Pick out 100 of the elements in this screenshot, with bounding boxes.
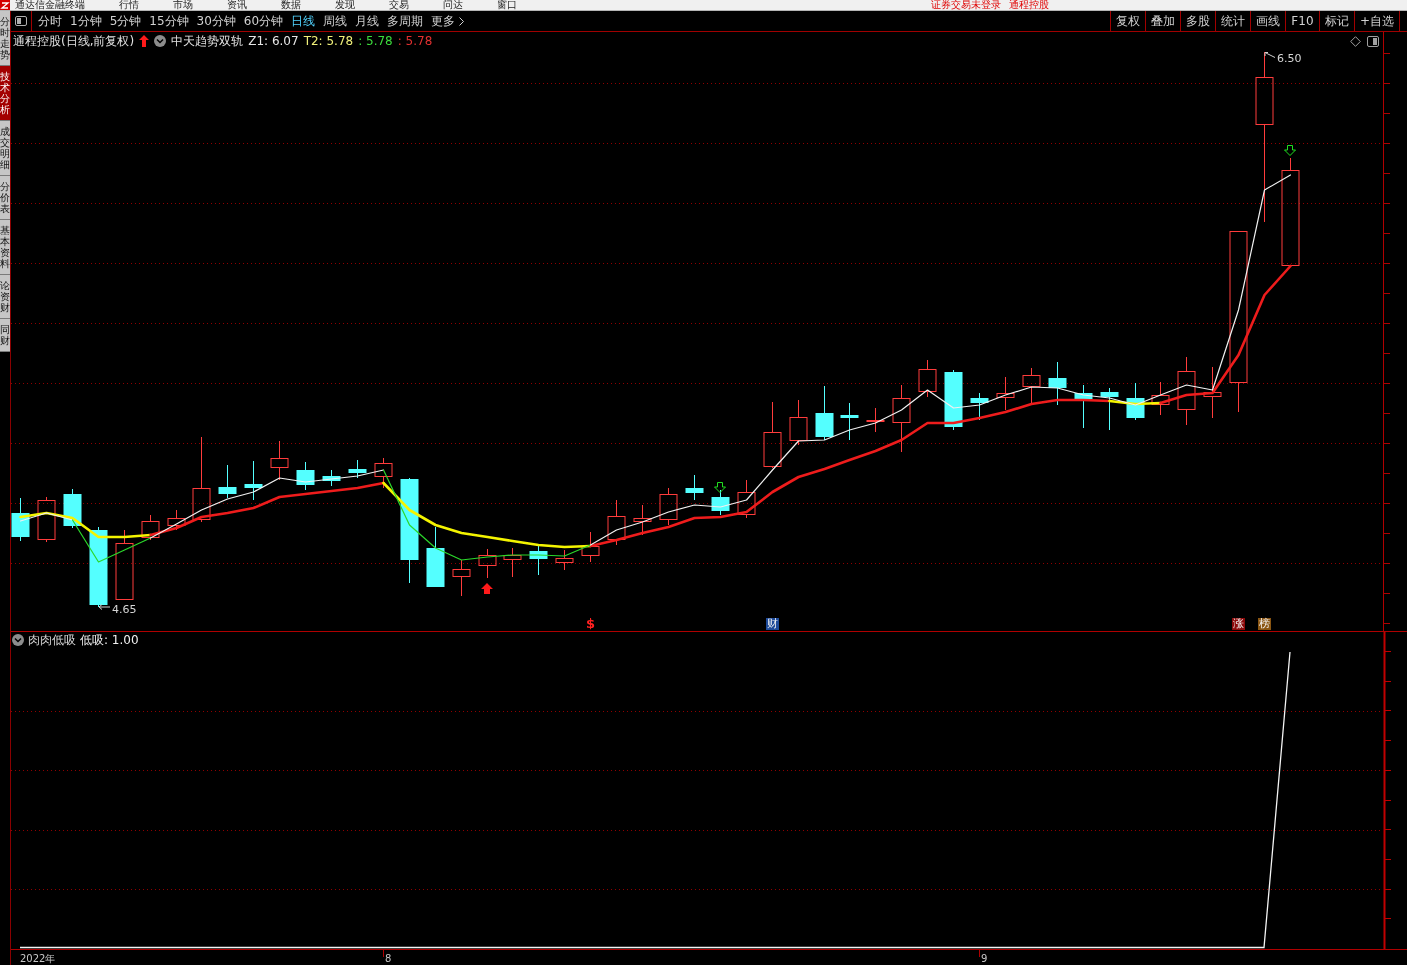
falling-candle (348, 459, 367, 479)
rising-candle (763, 401, 782, 469)
falling-candle (970, 392, 989, 421)
up-arrow-icon (481, 583, 493, 594)
indicator-reading: : 5.78 (397, 34, 433, 48)
rising-candle (115, 529, 134, 600)
rising-candle (1022, 367, 1041, 406)
menu-item[interactable]: 问达 (443, 0, 463, 10)
menu-item[interactable]: 交易 (389, 0, 409, 10)
indicator-reading: : 5.78 (358, 34, 393, 48)
side-tab[interactable]: 分时走势 (0, 11, 10, 66)
indicator-reading: T2: 5.78 (303, 34, 354, 48)
app-title: 通达信金融终端 (15, 0, 85, 10)
date-axis-label: 9 (981, 953, 988, 964)
rising-candle (1203, 366, 1222, 419)
falling-candle (815, 385, 834, 441)
falling-candle (1074, 384, 1093, 429)
rising-candle (996, 376, 1015, 411)
rising-candle (789, 399, 808, 446)
rising-candle (581, 531, 600, 563)
menu-item[interactable]: 数据 (281, 0, 301, 10)
toolbar-button[interactable]: 复权 (1109, 11, 1145, 31)
rising-candle (659, 487, 678, 526)
high-price-label: 6.50 (1277, 52, 1302, 65)
panel-toggle-icon[interactable] (1367, 36, 1379, 47)
rising-candle (737, 479, 756, 519)
falling-candle (1126, 382, 1145, 421)
rising-candle (452, 559, 471, 597)
chevron-down-icon[interactable] (154, 35, 167, 47)
period-tab[interactable]: 60分钟 (243, 11, 284, 31)
menu-item[interactable]: 窗口 (497, 0, 517, 10)
indicator-name: 中天趋势双轨 (171, 34, 244, 48)
falling-candle (11, 497, 30, 542)
rising-candle (866, 407, 885, 433)
panel-toggle-icon (15, 16, 27, 26)
side-tab[interactable]: 技术分析 (0, 66, 10, 121)
rising-candle (270, 440, 289, 481)
app-logo-icon (0, 0, 10, 10)
falling-candle (218, 464, 237, 499)
date-axis-label: 8 (385, 953, 392, 964)
toolbar-button[interactable]: 画线 (1249, 11, 1285, 31)
rising-candle (607, 499, 626, 546)
side-tab[interactable]: 成交明细 (0, 121, 10, 176)
rising-candle (167, 509, 186, 531)
period-tab[interactable]: 月线 (355, 11, 380, 31)
event-tag: 涨 (1232, 618, 1245, 630)
falling-candle (685, 474, 704, 501)
toolbar-button[interactable]: +自选 (1353, 11, 1399, 31)
rising-candle (478, 548, 497, 579)
period-tab[interactable]: 5分钟 (109, 11, 142, 31)
up-arrow-icon (139, 35, 150, 47)
falling-candle (322, 469, 341, 487)
low-price-label: 4.65 (112, 603, 137, 616)
toolbar-button[interactable]: 统计 (1214, 11, 1250, 31)
toolbar-button[interactable]: 多股 (1179, 11, 1215, 31)
menu-item[interactable]: 市场 (173, 0, 193, 10)
falling-candle (426, 526, 445, 588)
toolbar-button[interactable]: F10 (1284, 11, 1319, 31)
side-tab[interactable]: 基本资料 (0, 220, 10, 275)
indicator-reading: 低吸: 1.00 (80, 633, 139, 647)
menu-item[interactable]: 行情 (119, 0, 139, 10)
side-tab[interactable]: 论资财 (0, 275, 10, 319)
period-tab[interactable]: 多周期 (387, 11, 424, 31)
falling-candle (296, 461, 315, 491)
period-tab[interactable]: 1分钟 (70, 11, 102, 31)
menu-item[interactable]: 资讯 (227, 0, 247, 10)
rising-candle (633, 504, 652, 536)
diamond-icon[interactable] (1350, 36, 1361, 47)
falling-candle (944, 369, 963, 431)
dollar-marker: $ (584, 618, 596, 630)
chevron-right-icon (459, 16, 465, 26)
menu-item[interactable]: 发现 (335, 0, 355, 10)
chevron-down-icon[interactable] (12, 634, 24, 646)
more-periods-button[interactable]: 更多 (431, 11, 465, 31)
side-tab[interactable]: 同财 (0, 319, 10, 352)
falling-candle (711, 489, 730, 516)
period-tab[interactable]: 日线 (291, 11, 316, 31)
falling-candle (1100, 387, 1119, 431)
chart-title: 通程控股(日线,前复权) (13, 34, 135, 48)
down-arrow-icon (714, 482, 726, 493)
period-tab[interactable]: 15分钟 (149, 11, 189, 31)
rising-candle (37, 496, 56, 543)
toolbar-button[interactable]: 叠加 (1144, 11, 1180, 31)
date-axis-label: 2022年 (20, 953, 56, 964)
toolbar-button[interactable]: 标记 (1318, 11, 1354, 31)
falling-candle (1048, 361, 1067, 406)
event-tag: 榜 (1258, 618, 1271, 630)
indicator-reading: Z1: 6.07 (248, 34, 299, 48)
rising-candle (892, 384, 911, 453)
indicator-title: 肉肉低吸 (28, 633, 76, 647)
falling-candle (529, 544, 548, 576)
down-arrow-icon (1284, 145, 1296, 156)
rising-candle (918, 359, 937, 398)
side-tab[interactable]: 分价表 (0, 176, 10, 220)
period-tab[interactable]: 30分钟 (196, 11, 236, 31)
period-tab[interactable]: 周线 (323, 11, 348, 31)
period-tab[interactable]: 分时 (38, 11, 62, 31)
status-notice: 证券交易未登录 (931, 0, 1001, 10)
rising-candle (1177, 356, 1196, 426)
leader-line (1264, 52, 1276, 58)
